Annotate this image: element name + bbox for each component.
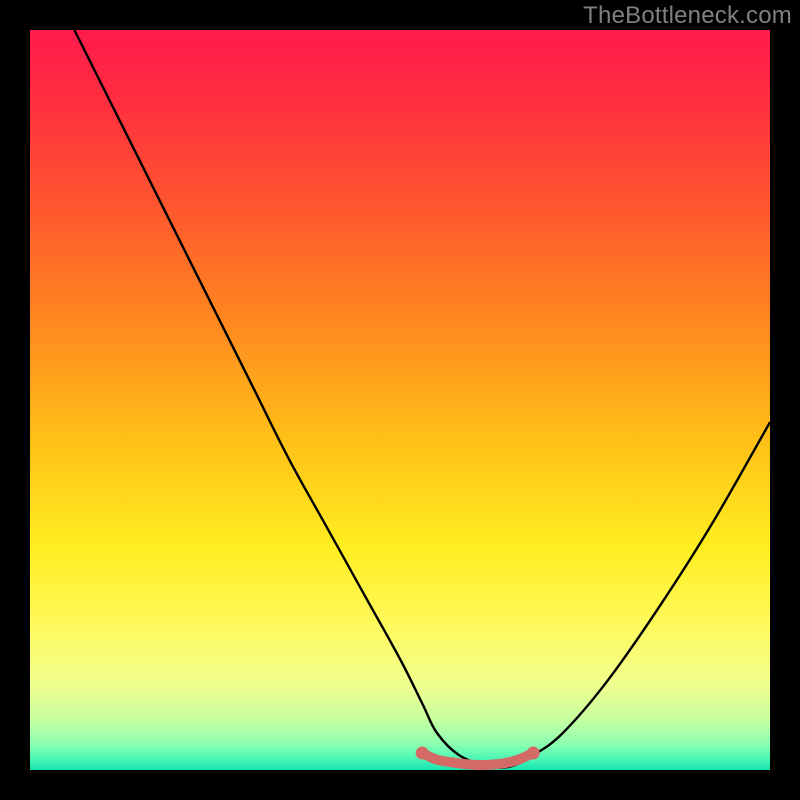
- flat-segment-end-dot: [527, 746, 540, 759]
- flat-segment-start-dot: [416, 746, 429, 759]
- chart-svg: [30, 30, 770, 770]
- chart-plot-area: [30, 30, 770, 770]
- watermark-text: TheBottleneck.com: [583, 2, 792, 30]
- chart-frame: TheBottleneck.com: [0, 0, 800, 800]
